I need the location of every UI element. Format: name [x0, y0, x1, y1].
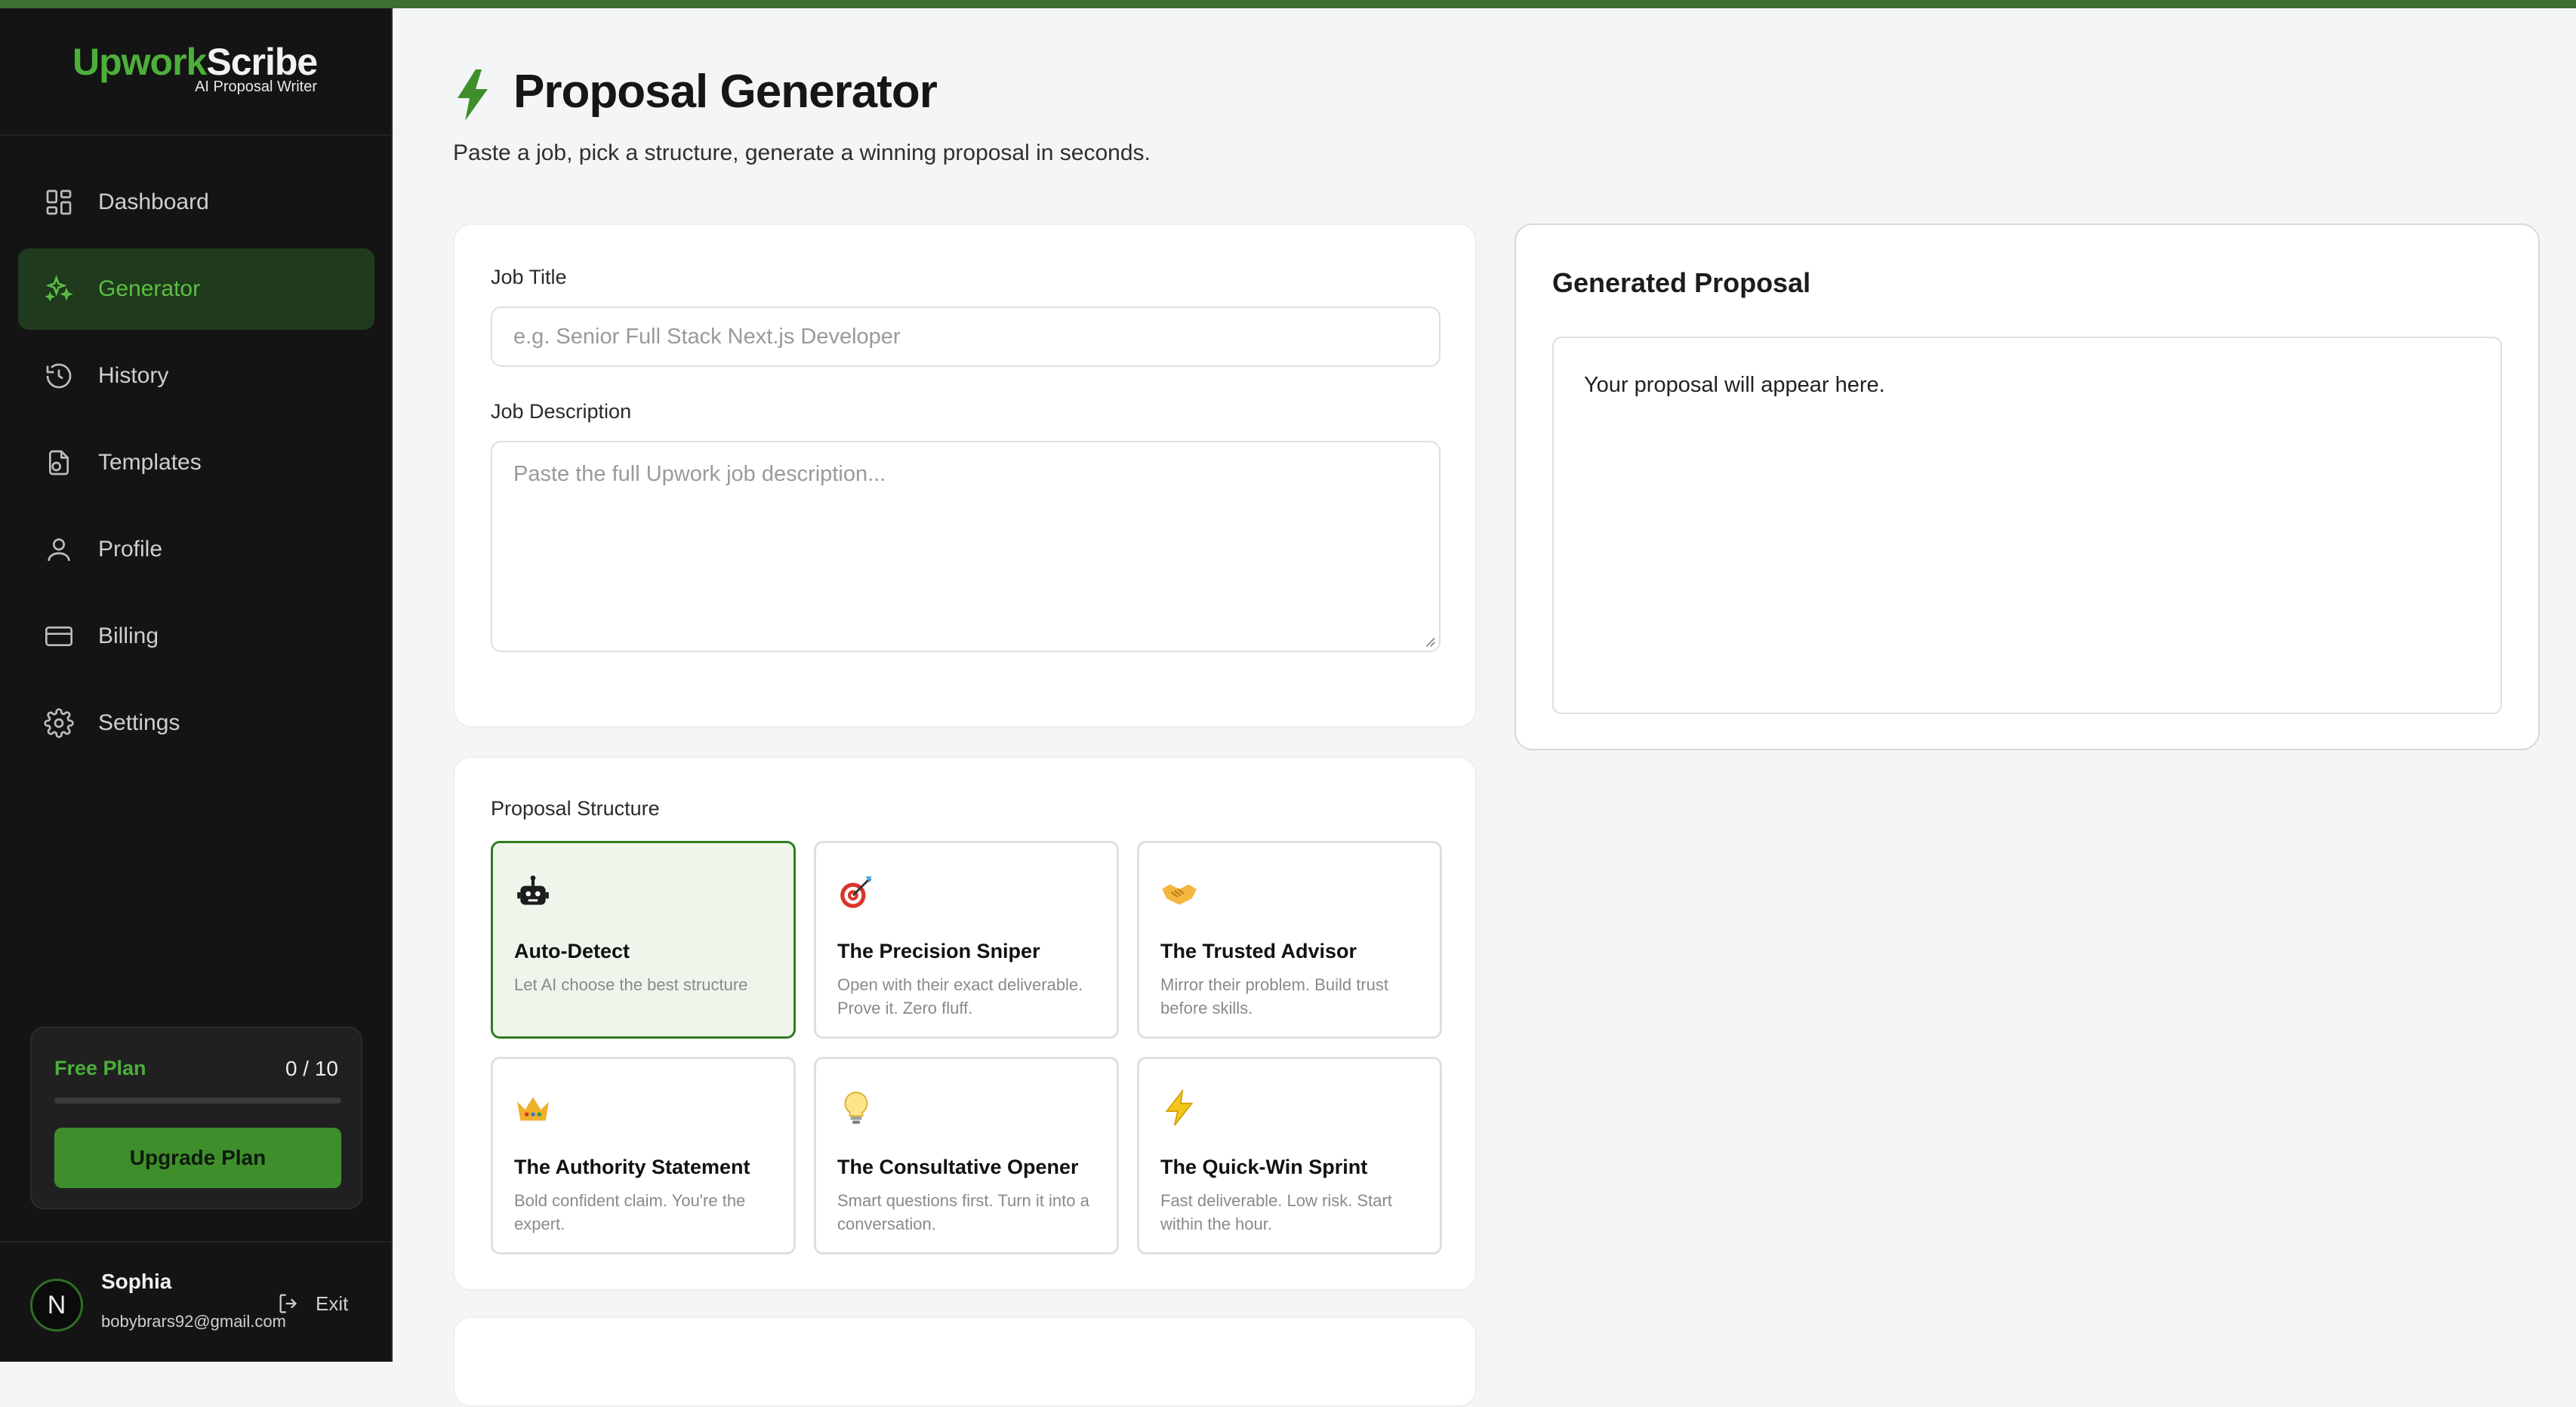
structure-option-name: The Precision Sniper [837, 940, 1040, 962]
divider [0, 134, 393, 136]
proposal-structure-label: Proposal Structure [491, 797, 660, 820]
upgrade-plan-button[interactable]: Upgrade Plan [54, 1128, 341, 1188]
structure-option-name: Auto-Detect [514, 940, 630, 962]
structure-option-name: The Trusted Advisor [1160, 940, 1357, 962]
job-description-label: Job Description [491, 400, 632, 423]
plan-label: Free Plan [54, 1057, 146, 1079]
structure-option-desc: Mirror their problem. Build trust before… [1160, 975, 1388, 1018]
credit-card-icon [44, 621, 74, 651]
structure-option-quick-win-sprint[interactable]: The Quick-Win Sprint Fast deliverable. L… [1137, 1057, 1442, 1255]
avatar[interactable]: N [30, 1279, 83, 1332]
sidebar: UpworkScribe AI Proposal Writer Dashboar… [0, 0, 393, 1362]
next-section-card [453, 1316, 1477, 1407]
plan-usage-count: 0 / 10 [285, 1057, 338, 1080]
plan-card: Free Plan 0 / 10 Upgrade Plan [30, 1027, 362, 1209]
crown-icon [514, 1089, 552, 1127]
logo-part-scribe: Scribe [206, 41, 318, 83]
plan-usage-bar [54, 1098, 341, 1104]
generated-proposal-output[interactable]: Your proposal will appear here. [1552, 337, 2502, 714]
job-description-placeholder: Paste the full Upwork job description... [513, 462, 886, 486]
handshake-icon [1160, 873, 1198, 911]
generated-proposal-card: Generated Proposal Your proposal will ap… [1514, 223, 2540, 750]
structure-option-name: The Authority Statement [514, 1156, 750, 1178]
job-description-textarea[interactable]: Paste the full Upwork job description... [491, 441, 1441, 652]
sidebar-item-profile[interactable]: Profile [18, 509, 374, 590]
structure-option-desc: Bold confident claim. You're the expert. [514, 1191, 746, 1233]
structure-option-authority-statement[interactable]: The Authority Statement Bold confident c… [491, 1057, 796, 1255]
exit-button[interactable]: Exit [276, 1291, 348, 1316]
sidebar-item-label: Profile [98, 537, 163, 562]
sidebar-item-settings[interactable]: Settings [18, 682, 374, 764]
structure-option-desc: Open with their exact deliverable. Prove… [837, 975, 1083, 1018]
gear-icon [44, 708, 74, 738]
page-subtitle: Paste a job, pick a structure, generate … [453, 140, 1151, 165]
structure-option-precision-sniper[interactable]: The Precision Sniper Open with their exa… [814, 841, 1119, 1039]
lightning-bolt-icon [453, 69, 492, 121]
sidebar-item-generator[interactable]: Generator [18, 248, 374, 330]
sidebar-item-billing[interactable]: Billing [18, 596, 374, 677]
sidebar-nav: Dashboard Generator History Templates Pr… [18, 162, 374, 769]
templates-icon [44, 448, 74, 478]
job-title-input[interactable]: e.g. Senior Full Stack Next.js Developer [491, 306, 1441, 367]
sidebar-item-label: Templates [98, 450, 202, 475]
user-name: Sophia [101, 1270, 172, 1293]
structure-option-trusted-advisor[interactable]: The Trusted Advisor Mirror their problem… [1137, 841, 1442, 1039]
sidebar-item-label: History [98, 363, 169, 388]
structure-option-auto-detect[interactable]: Auto-Detect Let AI choose the best struc… [491, 841, 796, 1039]
exit-label: Exit [316, 1292, 349, 1315]
structure-option-desc: Smart questions first. Turn it into a co… [837, 1191, 1089, 1233]
proposal-structure-card: Proposal Structure Auto-Detect Let AI ch… [453, 756, 1477, 1291]
user-panel: N Sophia bobybrars92@gmail.com Exit [30, 1268, 362, 1344]
robot-icon [514, 873, 552, 911]
structure-option-consultative-opener[interactable]: The Consultative Opener Smart questions … [814, 1057, 1119, 1255]
generated-proposal-title: Generated Proposal [1552, 267, 1811, 298]
user-icon [44, 534, 74, 565]
divider [0, 1241, 393, 1242]
resize-handle-icon[interactable] [1422, 634, 1436, 648]
sidebar-item-label: Dashboard [98, 189, 209, 214]
structure-option-name: The Quick-Win Sprint [1160, 1156, 1368, 1178]
job-title-label: Job Title [491, 266, 567, 288]
generated-proposal-placeholder: Your proposal will appear here. [1584, 373, 1885, 397]
logout-icon [279, 1294, 297, 1313]
brand-logo[interactable]: UpworkScribe AI Proposal Writer [72, 39, 322, 95]
logo-text: UpworkScribe [72, 39, 322, 85]
structure-option-desc: Fast deliverable. Low risk. Start within… [1160, 1191, 1392, 1233]
sparkle-icon [44, 274, 74, 304]
sidebar-item-dashboard[interactable]: Dashboard [18, 162, 374, 243]
sidebar-item-history[interactable]: History [18, 335, 374, 417]
structure-option-name: The Consultative Opener [837, 1156, 1079, 1178]
sidebar-item-label: Settings [98, 710, 180, 735]
target-icon [837, 873, 875, 911]
top-accent-bar [0, 0, 2576, 8]
sidebar-item-templates[interactable]: Templates [18, 422, 374, 503]
history-icon [44, 361, 74, 391]
lightning-icon [1160, 1088, 1198, 1127]
user-email: bobybrars92@gmail.com [101, 1312, 286, 1331]
job-input-card: Job Title e.g. Senior Full Stack Next.js… [453, 223, 1477, 728]
sidebar-item-label: Billing [98, 623, 159, 648]
logo-part-upwork: Upwork [72, 41, 207, 83]
grid-icon [44, 187, 74, 217]
page-title: Proposal Generator [513, 66, 938, 118]
brand-tagline: AI Proposal Writer [195, 79, 317, 95]
sidebar-item-label: Generator [98, 276, 201, 301]
structure-option-desc: Let AI choose the best structure [514, 975, 748, 994]
lightbulb-icon [837, 1089, 875, 1127]
